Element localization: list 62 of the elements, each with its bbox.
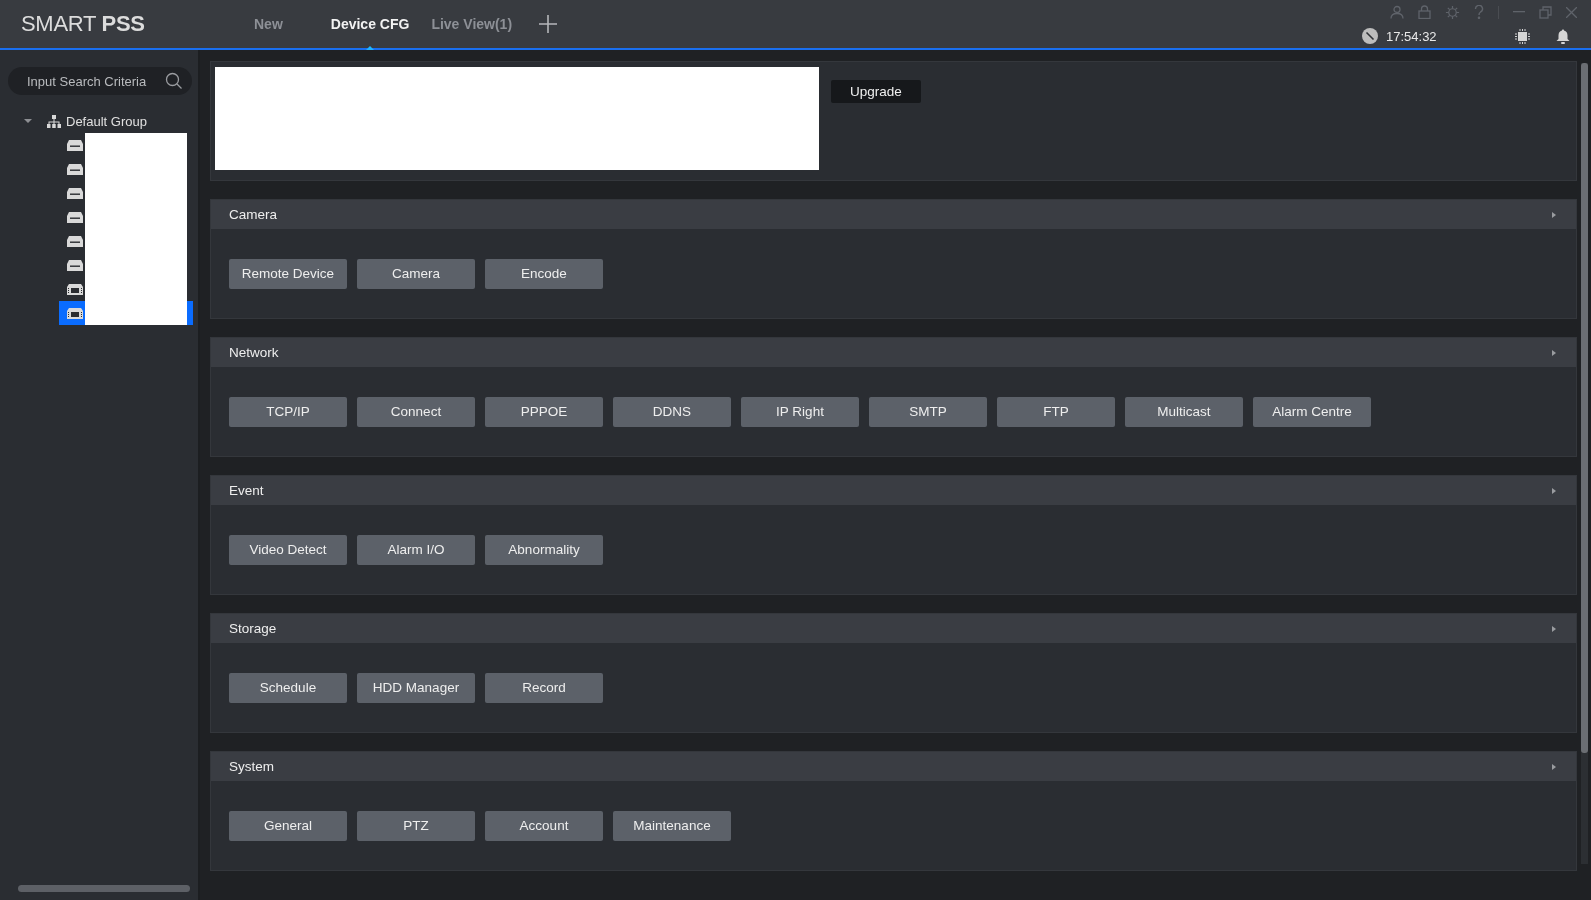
expand-arrow-icon[interactable] (1552, 625, 1556, 632)
recorder-icon (67, 259, 83, 271)
config-button[interactable]: PPPOE (485, 396, 603, 427)
recorder-icon (67, 139, 83, 151)
section-header[interactable]: Camera (211, 200, 1576, 229)
section-title: Network (229, 345, 280, 360)
recorder-icon (67, 187, 83, 199)
search-icon[interactable] (165, 72, 182, 89)
config-button[interactable]: Alarm Centre (1253, 396, 1371, 427)
config-button[interactable]: Schedule (229, 672, 347, 703)
section-header[interactable]: Storage (211, 614, 1576, 643)
config-button[interactable]: HDD Manager (357, 672, 475, 703)
recorder-icon (67, 211, 83, 223)
add-tab-icon[interactable] (539, 15, 558, 33)
config-button[interactable]: IP Right (741, 396, 859, 427)
tab[interactable]: Live View(1) (420, 0, 524, 48)
recorder-icon (67, 163, 83, 175)
clock-icon (1362, 28, 1378, 44)
app-logo: SMART PSS (21, 11, 146, 37)
section-header[interactable]: System (211, 752, 1576, 781)
config-button[interactable]: SMTP (869, 396, 987, 427)
group-tree-icon (47, 114, 61, 128)
device-icon (67, 283, 83, 295)
expand-arrow-icon[interactable] (1552, 763, 1556, 770)
config-button[interactable]: Abnormality (485, 534, 603, 565)
bell-icon[interactable] (1556, 28, 1570, 44)
upgrade-button[interactable]: Upgrade (831, 80, 921, 103)
config-button[interactable]: Video Detect (229, 534, 347, 565)
config-button[interactable]: FTP (997, 396, 1115, 427)
recorder-icon (67, 235, 83, 247)
tree-group-label[interactable]: Default Group (66, 113, 147, 129)
config-button[interactable]: Encode (485, 258, 603, 289)
expand-caret-icon[interactable] (24, 119, 32, 123)
section-header[interactable]: Event (211, 476, 1576, 505)
horizontal-scrollbar[interactable] (18, 885, 190, 892)
config-button[interactable]: General (229, 810, 347, 841)
section-title: Event (229, 483, 265, 498)
config-button[interactable]: Alarm I/O (357, 534, 475, 565)
config-button[interactable]: DDNS (613, 396, 731, 427)
clock-time: 17:54:32 (1386, 28, 1437, 44)
config-button[interactable]: Record (485, 672, 603, 703)
scrollbar-thumb[interactable] (1581, 63, 1588, 753)
section-header[interactable]: Network (211, 338, 1576, 367)
search-field[interactable]: Input Search Criteria (8, 67, 192, 95)
config-button[interactable]: Account (485, 810, 603, 841)
config-button[interactable]: Maintenance (613, 810, 731, 841)
expand-arrow-icon[interactable] (1552, 349, 1556, 356)
config-button[interactable]: Multicast (1125, 396, 1243, 427)
tab[interactable]: Device CFG (319, 0, 421, 48)
device-icon (67, 307, 83, 319)
section-title: System (229, 759, 275, 774)
expand-arrow-icon[interactable] (1552, 211, 1556, 218)
config-button[interactable]: Connect (357, 396, 475, 427)
config-button[interactable]: Camera (357, 258, 475, 289)
tab[interactable]: New (243, 0, 294, 48)
section-title: Storage (229, 621, 278, 636)
section-title: Camera (229, 207, 278, 222)
config-button[interactable]: TCP/IP (229, 396, 347, 427)
chip-icon[interactable] (1515, 28, 1530, 44)
expand-arrow-icon[interactable] (1552, 487, 1556, 494)
config-button[interactable]: PTZ (357, 810, 475, 841)
config-button[interactable]: Remote Device (229, 258, 347, 289)
